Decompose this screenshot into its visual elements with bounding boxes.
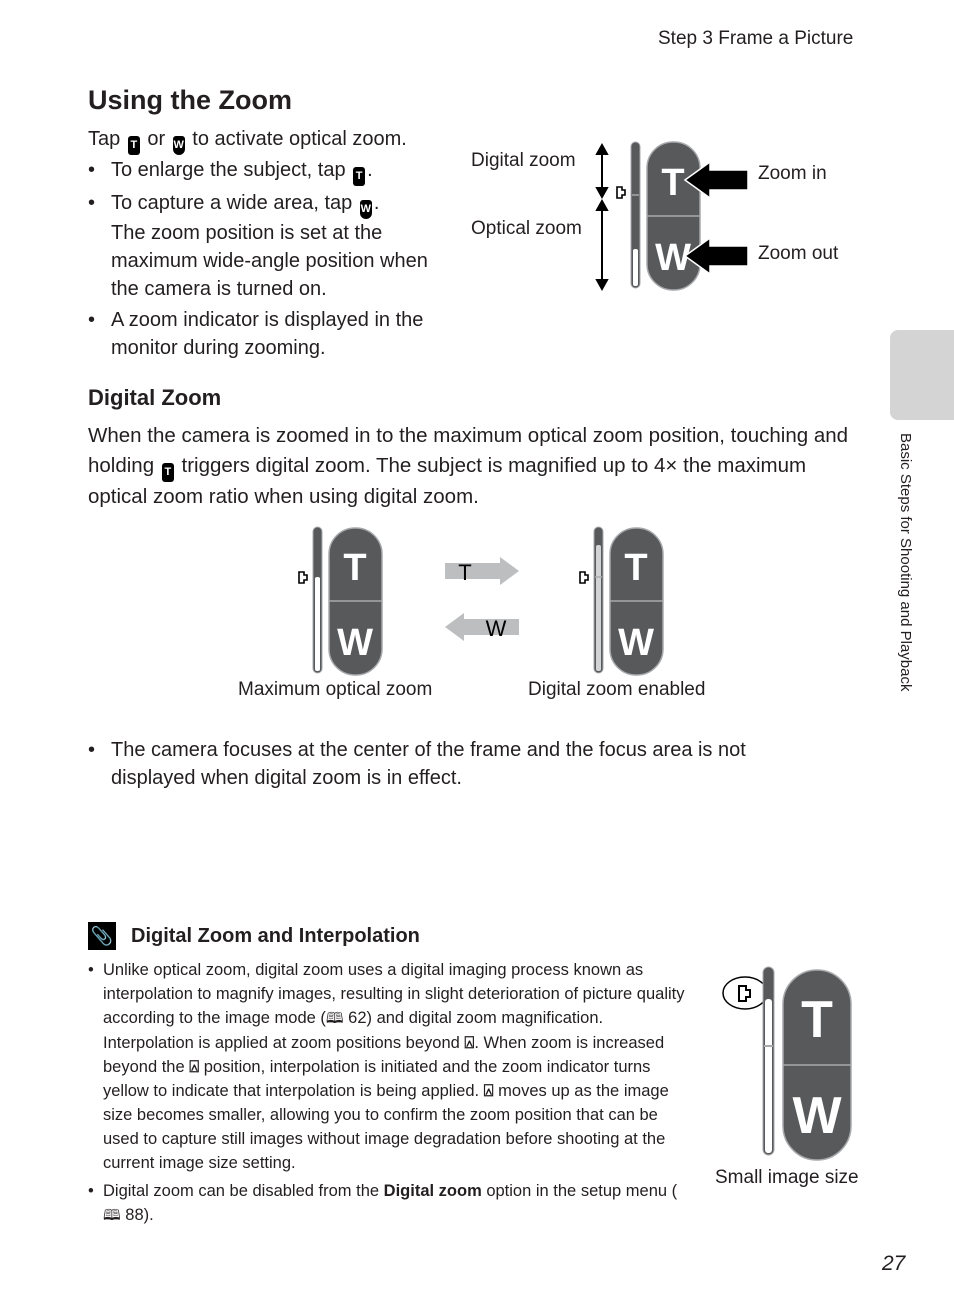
list-item: • A zoom indicator is displayed in the mo… (88, 306, 458, 362)
optical-range-arrow (595, 198, 609, 292)
digital-zoom-paragraph: When the camera is zoomed in to the maxi… (88, 421, 868, 511)
w-button-label: W (618, 622, 654, 664)
tele-button-icon: T (127, 136, 140, 155)
page-number: 27 (882, 1252, 906, 1275)
digital-zoom-transition-diagram: T W T W T W (298, 526, 664, 676)
chapter-side-tab (890, 330, 954, 420)
arrow-right-label: T (458, 560, 471, 585)
note-text: 88). (120, 1206, 154, 1224)
section-title-digital-zoom: Digital Zoom (88, 385, 222, 410)
chapter-side-label: Basic Steps for Shooting and Playback (897, 433, 914, 692)
intro-text-part: or (141, 128, 171, 150)
w-button-label: W (655, 237, 691, 279)
zoom-level-fill (315, 577, 320, 671)
zoom-level-fill (633, 249, 638, 286)
list-item: • To enlarge the subject, tap T. (88, 156, 458, 186)
wide-button-icon: W (359, 200, 372, 219)
bullet-text: . (373, 192, 380, 214)
zoom-level-fill (596, 545, 601, 671)
note-text: 62) and digital zoom magnification. (343, 1009, 604, 1027)
wide-button-icon: W (172, 136, 185, 155)
digital-zoom-bullet-list: • The camera focuses at the center of the… (88, 736, 808, 792)
tele-button-icon: T (161, 462, 174, 482)
zoom-control-diagram: T W (595, 141, 749, 292)
arrow-left-label: W (486, 616, 507, 641)
bullet-text: The camera focuses at the center of the … (111, 739, 746, 789)
paperclip-icon: 📎 (88, 922, 116, 950)
book-reference-icon: 🕮 (103, 1207, 121, 1224)
intro-text: Tap T or W to activate optical zoom. (88, 125, 468, 155)
bullet-text: The zoom position is set at the maximum … (111, 222, 428, 300)
label-digital-zoom: Digital zoom (471, 150, 576, 171)
list-item: • Digital zoom can be disabled from the … (88, 1179, 693, 1228)
paragraph-text: triggers digital zoom. The subject is ma… (88, 453, 807, 508)
label-optical-zoom: Optical zoom (471, 218, 582, 239)
caption-small-image-size: Small image size (715, 1167, 859, 1188)
running-head: Step 3 Frame a Picture (658, 28, 854, 49)
bullet-dot: • (88, 961, 94, 979)
bullet-dot: • (88, 309, 96, 331)
bullet-text: To capture a wide area, tap (111, 192, 358, 214)
arrow-left-icon (445, 613, 519, 641)
bullet-text: To enlarge the subject, tap (111, 159, 352, 181)
w-button-label: W (337, 622, 373, 664)
note-text: Interpolation is applied at zoom positio… (103, 1034, 465, 1052)
w-button-label: W (792, 1087, 842, 1145)
t-button-label: T (624, 547, 647, 589)
interpolation-marker-icon (616, 186, 626, 199)
interpolation-marker-icon: ⍓ (464, 1034, 475, 1052)
t-button-label: T (343, 547, 366, 589)
interpolation-marker-icon: ⍓ (189, 1058, 200, 1076)
caption-digital-zoom-enabled: Digital zoom enabled (528, 679, 706, 700)
intro-text-part: Tap (88, 128, 126, 150)
label-zoom-in: Zoom in (758, 163, 827, 184)
menu-option-name: Digital zoom (383, 1182, 482, 1200)
bullet-dot: • (88, 739, 96, 761)
zoom-level-fill (765, 999, 772, 1153)
note-title: Digital Zoom and Interpolation (131, 924, 420, 947)
intro-text-part: to activate optical zoom. (186, 128, 407, 150)
bullet-text: A zoom indicator is displayed in the mon… (111, 309, 424, 359)
interpolation-marker-icon: ⍓ (483, 1082, 494, 1100)
digital-zoom-enabled-indicator: T W (579, 526, 664, 676)
bullet-dot: • (88, 159, 96, 181)
arrow-right-icon (445, 557, 519, 585)
bullet-text: . (367, 159, 373, 181)
zoom-bullet-list: • To enlarge the subject, tap T. • To capt… (88, 156, 458, 365)
bullet-dot: • (88, 192, 96, 214)
bullet-dot: • (88, 1182, 94, 1200)
list-item: • The camera focuses at the center of the… (88, 736, 808, 792)
interpolation-marker-icon (298, 571, 308, 584)
small-image-size-diagram: T W (722, 966, 852, 1161)
note-text: Digital zoom can be disabled from the (103, 1182, 384, 1200)
max-optical-zoom-indicator: T W (298, 526, 383, 676)
note-header: 📎 Digital Zoom and Interpolation (88, 922, 420, 950)
caption-max-optical-zoom: Maximum optical zoom (238, 679, 433, 700)
tele-button-icon: T (353, 167, 366, 186)
section-title-using-zoom: Using the Zoom (88, 85, 292, 115)
note-text: option in the setup menu ( (481, 1182, 678, 1200)
note-list: • Unlike optical zoom, digital zoom uses… (88, 958, 693, 1232)
digital-range-arrow (595, 142, 609, 200)
label-zoom-out: Zoom out (758, 243, 839, 264)
t-button-label: T (801, 991, 833, 1049)
t-button-label: T (661, 162, 684, 204)
list-item: • To capture a wide area, tap W. The zoom … (88, 189, 458, 303)
list-item: • Unlike optical zoom, digital zoom uses… (88, 958, 693, 1175)
book-reference-icon: 🕮 (325, 1010, 344, 1027)
interpolation-marker-icon (579, 571, 589, 584)
